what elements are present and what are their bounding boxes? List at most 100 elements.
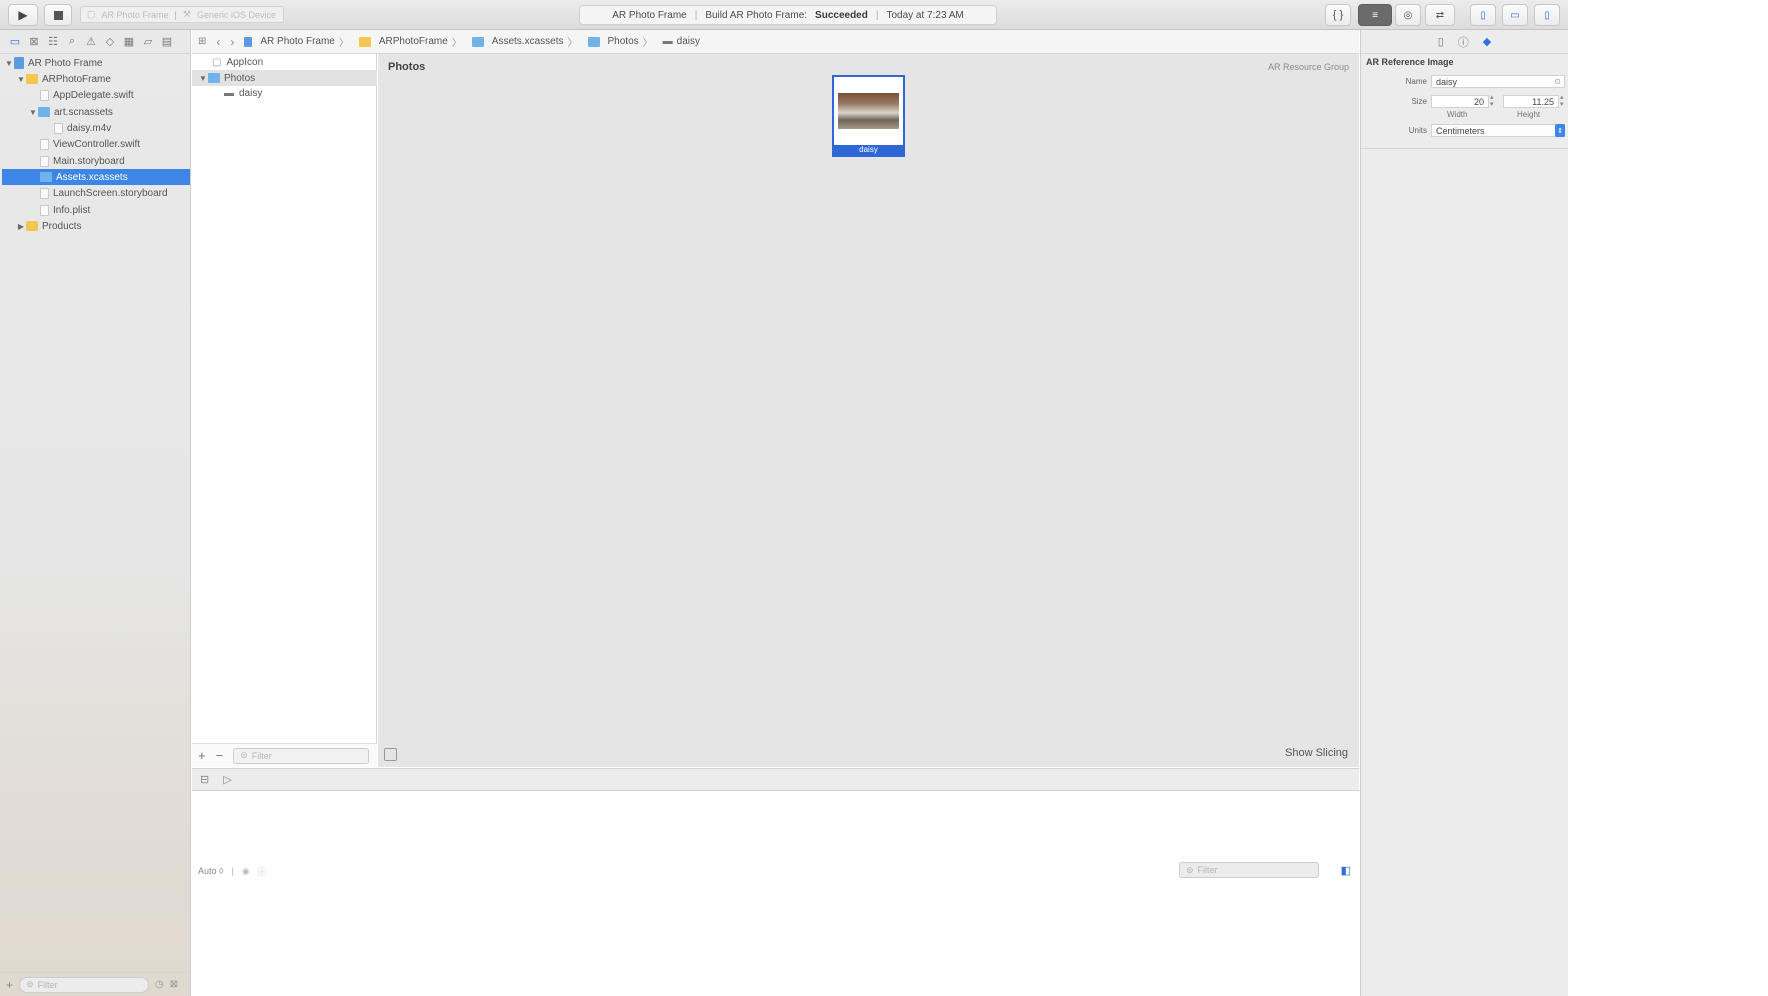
console-filter-input[interactable]: ⊜ Filter [1179, 862, 1319, 878]
navigator-filter-input[interactable]: ⊜ Filter [19, 976, 150, 993]
breakpoints-icon[interactable]: ▷ [223, 773, 231, 786]
scheme-selector[interactable]: ▢ AR Photo Frame | ⚒ Generic iOS Device [80, 6, 284, 23]
asset-label: daisy [239, 87, 263, 99]
toggle-navigator-button[interactable]: ▯ [1470, 4, 1496, 26]
info-icon[interactable]: ⓘ [258, 865, 267, 878]
units-select[interactable]: Centimeters ⇕ [1431, 124, 1565, 137]
hide-debug-icon[interactable]: ⊟ [200, 773, 209, 786]
toggle-inspector-button[interactable]: ▯ [1534, 4, 1560, 26]
folder-icon[interactable]: ▭ [8, 35, 22, 49]
inspector-section-title: AR Reference Image [1366, 57, 1454, 67]
clear-icon[interactable]: ⊙ [1554, 77, 1561, 86]
tree-item-file[interactable]: Info.plist [30, 202, 90, 218]
source-control-icon[interactable]: ⊠ [27, 35, 41, 49]
size-label: Size [1411, 97, 1427, 106]
storyboard-file-icon [40, 187, 49, 199]
tree-item-project[interactable]: ▼ AR Photo Frame [4, 55, 102, 71]
swift-file-icon [40, 89, 49, 101]
eye-icon[interactable]: ◉ [242, 866, 250, 877]
disclosure-open-icon[interactable]: ▼ [198, 74, 208, 83]
stop-button[interactable] [44, 4, 72, 26]
lines-icon: ≡ [1372, 9, 1378, 21]
height-field[interactable]: 11.25 [1503, 95, 1559, 108]
assistant-editor-button[interactable]: ◎ [1395, 4, 1421, 26]
disclosure-open-icon[interactable]: ▼ [28, 108, 38, 117]
asset-filter-input[interactable]: ⊜ Filter [233, 747, 370, 764]
tree-item-folder[interactable]: ▼ art.scnassets [28, 104, 113, 120]
height-stepper-icon[interactable]: ▴ ▾ [1560, 94, 1564, 108]
debug-console-area [192, 791, 1359, 996]
asset-item-appicon[interactable]: ▢ AppIcon [192, 54, 377, 70]
name-field[interactable]: daisy ⊙ [1431, 75, 1565, 88]
tree-item-file[interactable]: ViewController.swift [30, 136, 140, 152]
asset-item-photos[interactable]: ▼ Photos [192, 70, 377, 86]
breakpoint-icon[interactable]: ▱ [141, 35, 155, 49]
auto-variables-select[interactable]: Auto ◊ [198, 866, 223, 876]
warning-icon[interactable]: ⚠ [84, 35, 98, 49]
filter-placeholder: Filter [251, 750, 272, 761]
run-button[interactable]: ▶ [8, 4, 38, 26]
width-stepper-icon[interactable]: ▴ ▾ [1490, 94, 1494, 108]
toolbar: ▶ ▢ AR Photo Frame | ⚒ Generic iOS Devic… [0, 0, 1768, 30]
tree-item-group[interactable]: ▼ ARPhotoFrame [16, 71, 111, 87]
filter-icon: ⊜ [240, 750, 248, 760]
recent-icon[interactable]: ◷ [155, 979, 164, 990]
attributes-inspector-icon[interactable]: ◆ [1483, 35, 1491, 48]
quick-help-icon[interactable]: ⓘ [1458, 34, 1469, 50]
hammer-icon: ⚒ [182, 9, 191, 19]
ar-reference-image-card[interactable]: daisy [832, 75, 905, 157]
activity-build: Build AR Photo Frame: [705, 9, 808, 21]
toggle-debug-button[interactable]: ▭ [1502, 4, 1528, 26]
remove-asset-icon[interactable]: − [216, 748, 224, 763]
back-icon[interactable]: ‹ [216, 35, 220, 49]
add-icon[interactable]: + [6, 978, 13, 992]
copy-icon[interactable] [384, 748, 397, 761]
library-button[interactable]: { } [1325, 4, 1351, 26]
disclosure-open-icon[interactable]: ▼ [16, 75, 26, 84]
tree-item-label: AR Photo Frame [28, 57, 103, 69]
image-caption: daisy [834, 145, 903, 155]
storyboard-file-icon [40, 155, 49, 167]
show-slicing-button[interactable]: Show Slicing [1285, 747, 1348, 759]
file-inspector-icon[interactable]: ▯ [1438, 35, 1444, 48]
split-console-icon[interactable]: ◧ [1341, 864, 1351, 877]
breadcrumb-project[interactable]: AR Photo Frame 〉 [244, 34, 349, 49]
width-field[interactable]: 20 [1431, 95, 1489, 108]
debug-icon[interactable]: ▦ [122, 35, 136, 49]
tree-item-file[interactable]: Main.storyboard [30, 153, 125, 169]
width-caption: Width [1447, 110, 1468, 119]
folder-icon [26, 74, 38, 84]
disclosure-open-icon[interactable]: ▼ [4, 59, 14, 68]
asset-item-daisy[interactable]: ▬ daisy [192, 85, 377, 101]
select-arrows-icon: ⇕ [1555, 124, 1565, 137]
add-asset-icon[interactable]: + [198, 748, 206, 763]
tree-item-assets-selected[interactable]: Assets.xcassets [2, 169, 190, 185]
image-set-icon: ▬ [224, 87, 234, 99]
tree-item-file[interactable]: LaunchScreen.storyboard [30, 185, 168, 201]
tree-item-file[interactable]: AppDelegate.swift [30, 87, 134, 103]
image-set-icon: ▬ [662, 36, 673, 47]
breadcrumb-daisy[interactable]: ▬ daisy [663, 36, 700, 47]
tree-item-group[interactable]: ▶ Products [16, 218, 82, 234]
folder-icon [587, 36, 600, 47]
related-items-icon[interactable]: ⊞ [198, 36, 206, 47]
asset-list: ▢ AppIcon ▼ Photos ▬ daisy [192, 54, 377, 767]
debug-bar: ⊟ ▷ [192, 768, 1359, 791]
forward-icon[interactable]: › [230, 35, 234, 49]
breadcrumb-assets[interactable]: Assets.xcassets 〉 [471, 34, 578, 49]
folder-icon [38, 107, 50, 117]
report-icon[interactable]: ▤ [160, 35, 174, 49]
plist-file-icon [40, 204, 49, 216]
scm-filter-icon[interactable]: ⊠ [170, 979, 178, 990]
tree-item-file[interactable]: daisy.m4v [44, 120, 111, 136]
standard-editor-button[interactable]: ≡ [1358, 4, 1392, 26]
breadcrumb-group[interactable]: ARPhotoFrame 〉 [358, 34, 462, 49]
symbol-icon[interactable]: ☷ [46, 35, 60, 49]
breadcrumb-label: Assets.xcassets [491, 36, 564, 47]
search-icon[interactable]: ⌕ [65, 35, 79, 49]
chevron-right-icon: 〉 [642, 38, 653, 49]
version-editor-button[interactable]: ⇄ [1425, 4, 1455, 26]
test-icon[interactable]: ◇ [103, 35, 117, 49]
breadcrumb-photos[interactable]: Photos 〉 [587, 34, 653, 49]
disclosure-closed-icon[interactable]: ▶ [16, 222, 26, 231]
